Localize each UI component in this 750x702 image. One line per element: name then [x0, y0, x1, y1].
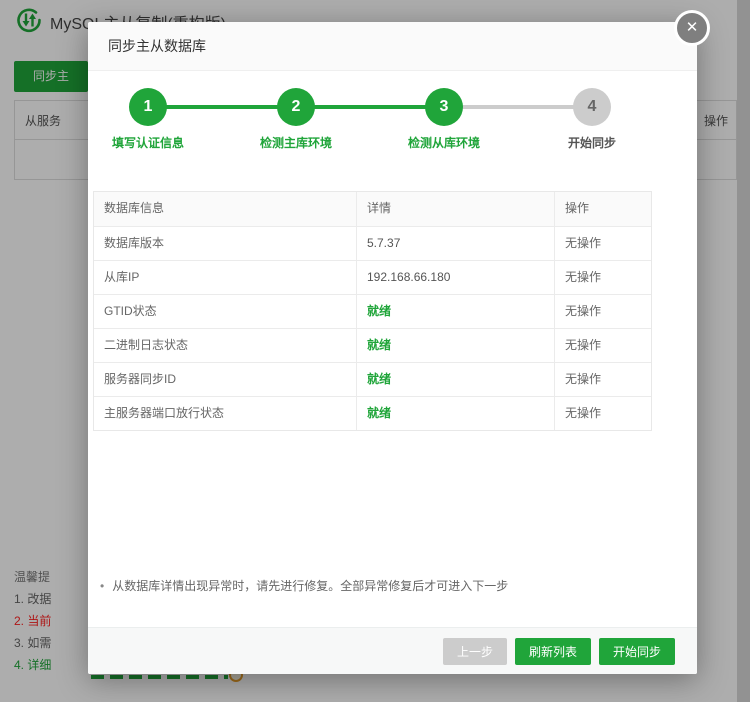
header-db-info: 数据库信息	[94, 192, 356, 226]
row-action: 无操作	[554, 329, 653, 362]
row-name: 数据库版本	[94, 227, 356, 260]
step-connector-3-4	[444, 105, 592, 109]
row-name: 从库IP	[94, 261, 356, 294]
step-label-auth: 填写认证信息	[112, 134, 184, 151]
slave-db-detail-table: 数据库信息 详情 操作 数据库版本 5.7.37 无操作 从库IP 192.16…	[93, 191, 652, 431]
dialog-header: 同步主从数据库	[88, 22, 697, 71]
warning-note: • 从数据库详情出现异常时，请先进行修复。全部异常修复后才可进入下一步	[96, 577, 508, 594]
row-detail-ready: 就绪	[356, 397, 554, 430]
row-action: 无操作	[554, 397, 653, 430]
wizard-stepper: 1 2 3 4 填写认证信息 检测主库环境 检测从库环境 开始同步	[88, 71, 697, 181]
start-sync-button[interactable]: 开始同步	[599, 638, 675, 665]
warning-note-text: 从数据库详情出现异常时，请先进行修复。全部异常修复后才可进入下一步	[112, 579, 508, 593]
table-row: 数据库版本 5.7.37 无操作	[94, 226, 651, 260]
prev-step-button[interactable]: 上一步	[443, 638, 507, 665]
table-row: 服务器同步ID 就绪 无操作	[94, 362, 651, 396]
sync-wizard-dialog: 同步主从数据库 1 2 3 4 填写认证信息 检测主库环境 检测从库环境 开始同…	[88, 22, 697, 674]
step-circle-3: 3	[425, 88, 463, 126]
step-label-check-slave: 检测从库环境	[408, 134, 480, 151]
header-action: 操作	[554, 192, 653, 226]
table-row: 主服务器端口放行状态 就绪 无操作	[94, 396, 651, 430]
dialog-title: 同步主从数据库	[108, 22, 206, 71]
row-name: 二进制日志状态	[94, 329, 356, 362]
row-action: 无操作	[554, 295, 653, 328]
row-detail: 5.7.37	[356, 227, 554, 260]
header-detail: 详情	[356, 192, 554, 226]
step-label-check-master: 检测主库环境	[260, 134, 332, 151]
step-circle-2: 2	[277, 88, 315, 126]
row-name: 服务器同步ID	[94, 363, 356, 396]
row-detail-ready: 就绪	[356, 295, 554, 328]
table-row: GTID状态 就绪 无操作	[94, 294, 651, 328]
row-detail-ready: 就绪	[356, 363, 554, 396]
close-icon[interactable]: ✕	[674, 10, 710, 46]
row-action: 无操作	[554, 261, 653, 294]
row-name: GTID状态	[94, 295, 356, 328]
dialog-footer: 上一步 刷新列表 开始同步	[88, 627, 697, 674]
row-detail: 192.168.66.180	[356, 261, 554, 294]
bullet-icon: •	[100, 579, 104, 593]
row-name: 主服务器端口放行状态	[94, 397, 356, 430]
step-connector-2-3	[296, 105, 444, 109]
step-circle-1: 1	[129, 88, 167, 126]
row-action: 无操作	[554, 363, 653, 396]
table-row: 从库IP 192.168.66.180 无操作	[94, 260, 651, 294]
table-row: 二进制日志状态 就绪 无操作	[94, 328, 651, 362]
table-header-row: 数据库信息 详情 操作	[94, 192, 651, 226]
step-label-start-sync: 开始同步	[568, 134, 616, 151]
row-detail-ready: 就绪	[356, 329, 554, 362]
step-connector-1-2	[148, 105, 296, 109]
row-action: 无操作	[554, 227, 653, 260]
refresh-list-button[interactable]: 刷新列表	[515, 638, 591, 665]
step-circle-4: 4	[573, 88, 611, 126]
